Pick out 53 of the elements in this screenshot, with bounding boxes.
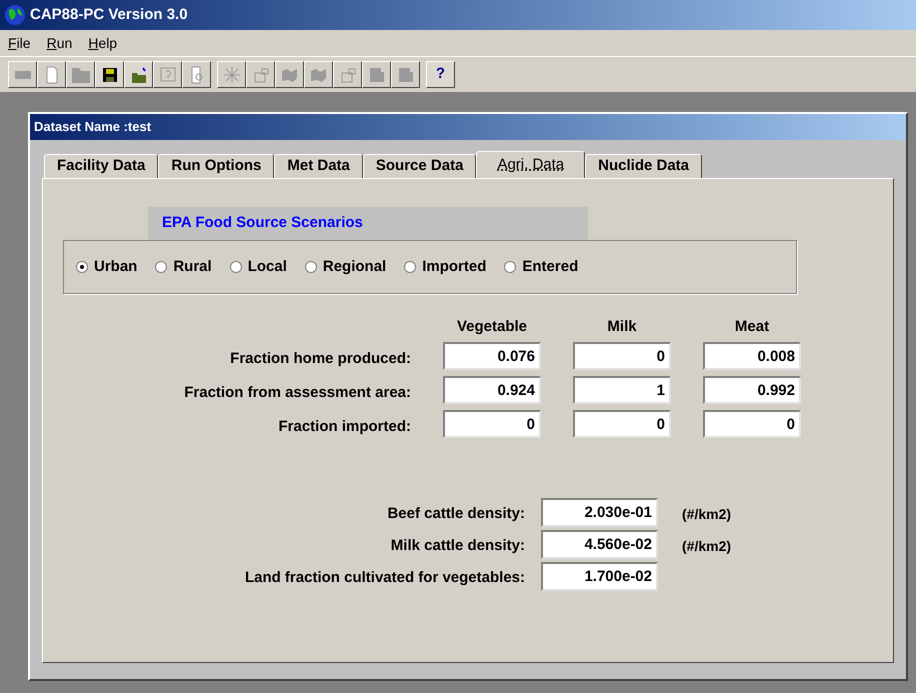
radio-option[interactable]: Imported: [404, 256, 486, 278]
density-label: Beef cattle density:: [386, 504, 525, 524]
row-label: Fraction imported:: [277, 416, 411, 437]
column-header: Meat: [734, 317, 770, 337]
tab[interactable]: Facility Data: [44, 154, 158, 178]
radio-button[interactable]: [76, 261, 88, 273]
menu-item[interactable]: Help: [88, 32, 118, 54]
input-field[interactable]: 2.030e-01: [541, 498, 658, 527]
input-field[interactable]: 0: [573, 342, 671, 370]
row-label: Fraction from assessment area:: [183, 382, 411, 403]
tab[interactable]: Agri. Data: [476, 151, 586, 178]
radio-option[interactable]: Local: [230, 256, 287, 278]
input-field[interactable]: 4.560e-02: [541, 530, 658, 559]
density-label: Land fraction cultivated for vegetables:: [244, 568, 525, 588]
column-header: Milk: [606, 317, 638, 337]
dataset-title: Dataset Name :test: [34, 118, 152, 136]
input-field[interactable]: 1: [573, 376, 671, 404]
help-page-icon: [158, 64, 178, 84]
tab[interactable]: Nuclide Data: [585, 154, 702, 178]
input-field[interactable]: 0: [573, 410, 671, 438]
radio-button[interactable]: [304, 261, 317, 273]
tab[interactable]: Source Data: [362, 154, 476, 178]
input-field[interactable]: 0.992: [703, 376, 801, 404]
menu-item[interactable]: File: [8, 32, 31, 54]
globe-icon: [4, 4, 26, 26]
tab[interactable]: Run Options: [158, 154, 274, 178]
menu-item[interactable]: Run: [46, 32, 72, 54]
density-label: Milk cattle density:: [390, 536, 525, 556]
toolbar-button[interactable]: [124, 61, 153, 88]
input-field[interactable]: 0.076: [443, 342, 541, 370]
toolbar-button[interactable]: ?: [426, 61, 455, 88]
toolbar-button[interactable]: [95, 61, 124, 88]
input-field[interactable]: 0: [443, 410, 541, 438]
input-field[interactable]: 0: [703, 410, 801, 438]
unit-label: (#/km2): [682, 536, 732, 556]
radio-option[interactable]: Urban: [76, 256, 138, 278]
radio-option[interactable]: Regional: [304, 256, 386, 278]
radio-option[interactable]: Rural: [155, 256, 212, 278]
row-label: Fraction home produced:: [229, 348, 411, 369]
input-field[interactable]: 1.700e-02: [541, 562, 658, 591]
unit-label: (#/km2): [682, 504, 732, 524]
radio-button[interactable]: [230, 261, 242, 273]
radio-option[interactable]: Entered: [504, 256, 578, 278]
input-field[interactable]: 0.924: [443, 376, 541, 404]
network-icon: [222, 64, 242, 84]
column-header: Vegetable: [456, 317, 528, 337]
radio-button[interactable]: [504, 261, 516, 273]
input-field[interactable]: 0.008: [703, 342, 801, 370]
tab[interactable]: Met Data: [274, 154, 363, 178]
radio-button[interactable]: [155, 261, 168, 273]
section-title: EPA Food Source Scenarios: [162, 213, 363, 234]
radio-button[interactable]: [404, 261, 416, 273]
window-title: CAP88-PC Version 3.0: [30, 4, 188, 25]
